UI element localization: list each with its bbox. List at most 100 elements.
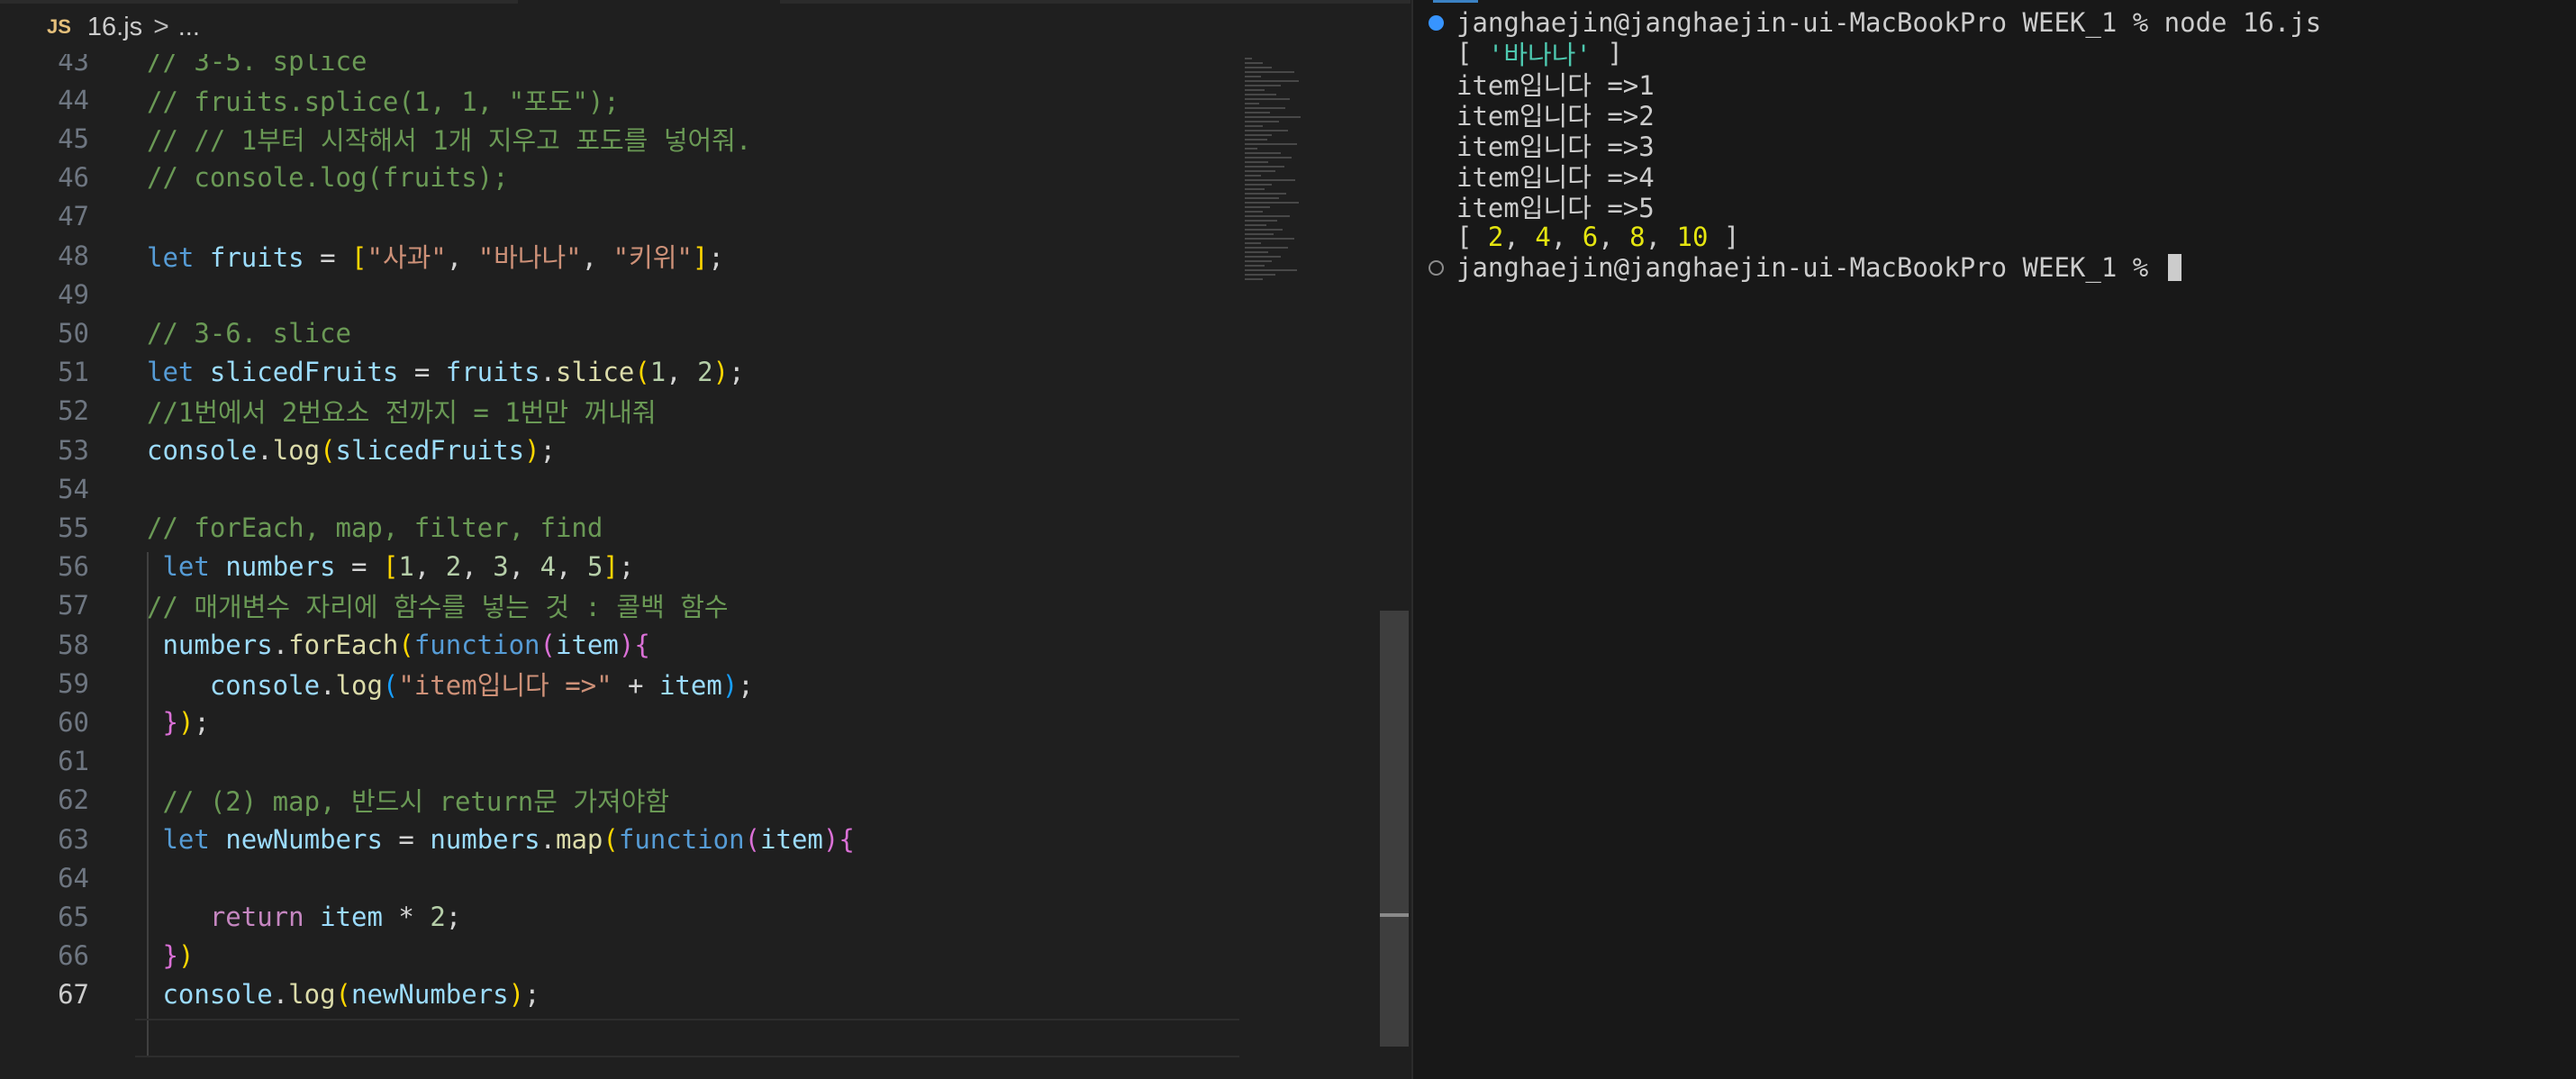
- breadcrumb-file[interactable]: 16.js: [87, 13, 142, 42]
- line-number[interactable]: 59: [0, 668, 89, 699]
- code-line[interactable]: 64: [0, 858, 1241, 897]
- code-token: =: [382, 823, 431, 855]
- line-number[interactable]: 61: [0, 746, 89, 776]
- line-number[interactable]: 49: [0, 279, 89, 310]
- code-token: .: [320, 669, 336, 701]
- line-number[interactable]: 60: [0, 707, 89, 738]
- code-token: ;: [540, 434, 556, 466]
- minimap-line: [1245, 157, 1292, 159]
- code-line[interactable]: 58 numbers.forEach(function(item){: [0, 625, 1241, 664]
- line-number[interactable]: 45: [0, 123, 89, 154]
- array-sep: ,: [1645, 222, 1677, 252]
- line-number[interactable]: 44: [0, 85, 89, 115]
- array-value: 2: [1487, 222, 1504, 252]
- code-token: fruits: [209, 241, 304, 273]
- code-line[interactable]: 57 // 매개변수 자리에 함수를 넣는 것 : 콜백 함수: [0, 586, 1241, 625]
- terminal-pane[interactable]: janghaejin@janghaejin-ui-MacBookPro WEEK…: [1413, 0, 2576, 1079]
- line-code: console.log(slicedFruits);: [147, 435, 556, 466]
- code-line[interactable]: 53 console.log(slicedFruits);: [0, 431, 1241, 469]
- line-number[interactable]: 50: [0, 318, 89, 349]
- terminal-prompt-line[interactable]: janghaejin@janghaejin-ui-MacBookPro WEEK…: [1456, 252, 2181, 283]
- line-number[interactable]: 52: [0, 395, 89, 426]
- code-line[interactable]: 67 console.log(newNumbers);: [0, 975, 1241, 1014]
- code-token: let: [147, 357, 195, 388]
- line-code: //1번에서 2번요소 전까지 = 1번만 꺼내줘: [147, 392, 657, 430]
- code-line[interactable]: 60 });: [0, 703, 1241, 741]
- line-number[interactable]: 58: [0, 630, 89, 660]
- code-line[interactable]: 51 let slicedFruits = fruits.slice(1, 2);: [0, 353, 1241, 392]
- code-line[interactable]: 45 // // 1부터 시작해서 1개 지우고 포도를 넣어줘.: [0, 119, 1241, 158]
- code-line[interactable]: 56 let numbers = [1, 2, 3, 4, 5];: [0, 548, 1241, 586]
- javascript-file-icon: JS: [47, 15, 71, 38]
- code-line[interactable]: 52 //1번에서 2번요소 전까지 = 1번만 꺼내줘: [0, 392, 1241, 431]
- code-token: ,: [666, 357, 698, 388]
- code-line[interactable]: 66 }): [0, 937, 1241, 975]
- code-line[interactable]: 48 let fruits = ["사과", "바나나", "키위"];: [0, 236, 1241, 275]
- line-code: console.log(newNumbers);: [147, 979, 540, 1010]
- line-number[interactable]: 54: [0, 474, 89, 504]
- minimap-line: [1245, 80, 1299, 82]
- minimap-line: [1245, 116, 1301, 118]
- code-line[interactable]: 46 // console.log(fruits);: [0, 159, 1241, 197]
- code-line[interactable]: 59 console.log("item입니다 =>" + item);: [0, 664, 1241, 703]
- minimap-line: [1245, 278, 1263, 280]
- line-number[interactable]: 53: [0, 435, 89, 466]
- minimap-line: [1245, 148, 1257, 150]
- code-token: ;: [194, 706, 210, 738]
- line-number[interactable]: 57: [0, 590, 89, 621]
- code-token: newNumbers: [225, 823, 383, 855]
- line-number[interactable]: 63: [0, 824, 89, 855]
- line-number[interactable]: 62: [0, 784, 89, 815]
- code-line[interactable]: 44 // fruits.splice(1, 1, "포도");: [0, 80, 1241, 119]
- command-success-dot-icon[interactable]: [1429, 15, 1444, 31]
- code-line[interactable]: 43 // 3-5. splice: [0, 54, 1241, 80]
- code-line[interactable]: 47: [0, 197, 1241, 236]
- line-code: // 3-6. slice: [147, 318, 351, 349]
- scrollbar-thumb[interactable]: [1380, 611, 1409, 1047]
- line-number[interactable]: 67: [0, 979, 89, 1010]
- minimap-line: [1245, 274, 1275, 276]
- line-number[interactable]: 48: [0, 240, 89, 271]
- code-line[interactable]: 54: [0, 469, 1241, 508]
- code-editor[interactable]: 43 // 3-5. splice 44 // fruits.splice(1, 1,…: [0, 54, 1241, 1079]
- line-number[interactable]: 43: [0, 54, 89, 77]
- minimap-line: [1245, 242, 1261, 244]
- line-number[interactable]: 66: [0, 940, 89, 971]
- line-number[interactable]: 55: [0, 512, 89, 543]
- code-line[interactable]: 62 // (2) map, 반드시 return문 가져야함: [0, 781, 1241, 820]
- minimap[interactable]: [1243, 54, 1378, 324]
- code-line[interactable]: 49: [0, 275, 1241, 313]
- code-token: }: [162, 940, 178, 972]
- code-token: (: [382, 669, 399, 701]
- code-token: // 3-6. slice: [147, 317, 351, 349]
- line-code: // fruits.splice(1, 1, "포도");: [147, 81, 620, 119]
- minimap-line: [1245, 103, 1259, 104]
- minimap-line: [1245, 265, 1265, 267]
- line-number[interactable]: 65: [0, 902, 89, 932]
- code-token: // forEach, map, filter, find: [147, 512, 603, 543]
- line-number[interactable]: 46: [0, 162, 89, 193]
- minimap-line: [1245, 98, 1290, 100]
- terminal-active-indicator: [1433, 0, 1478, 3]
- command-pending-dot-icon[interactable]: [1429, 260, 1444, 276]
- code-line[interactable]: 63 let newNumbers = numbers.map(function…: [0, 820, 1241, 858]
- code-token: // // 1부터 시작해서 1개 지우고 포도를 넣어줘.: [147, 124, 752, 156]
- current-line-highlight: [135, 1019, 1239, 1057]
- code-line[interactable]: 65 return item * 2;: [0, 897, 1241, 936]
- terminal-output-item: item입니다 =>5: [1456, 193, 1655, 223]
- breadcrumb-symbol[interactable]: ...: [178, 13, 200, 42]
- line-number[interactable]: 47: [0, 201, 89, 231]
- code-line[interactable]: 55 // forEach, map, filter, find: [0, 508, 1241, 547]
- line-number[interactable]: 64: [0, 863, 89, 893]
- code-line[interactable]: 61: [0, 742, 1241, 781]
- code-token: .: [257, 434, 273, 466]
- minimap-line: [1245, 71, 1294, 73]
- minimap-line: [1245, 139, 1267, 141]
- code-line[interactable]: 50 // 3-6. slice: [0, 313, 1241, 352]
- line-number[interactable]: 51: [0, 357, 89, 387]
- line-number[interactable]: 56: [0, 551, 89, 582]
